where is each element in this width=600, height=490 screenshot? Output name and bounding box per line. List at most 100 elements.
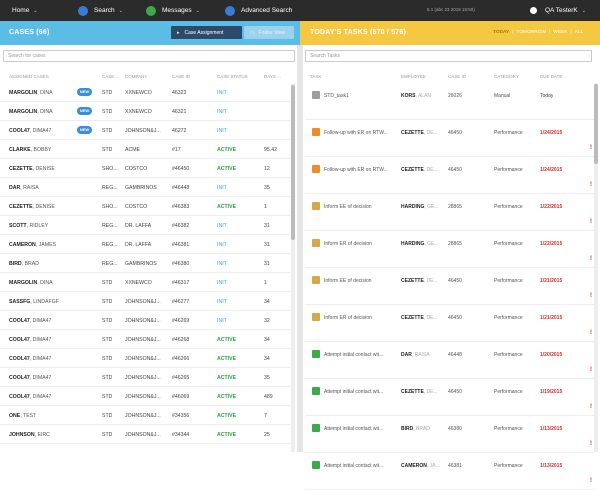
filter-week[interactable]: WEEK [553, 30, 567, 35]
table-row[interactable]: CLARKE, BOBBY STD ACME #17 ACTIVE 95.42 [0, 140, 290, 159]
filter-all[interactable]: ALL [575, 30, 584, 35]
case-name[interactable]: MARGOLIN, DINA [9, 109, 53, 115]
case-name[interactable]: CAMERON, JAMES [9, 242, 56, 248]
task-employee[interactable]: CEZETTE, DE... [401, 167, 445, 173]
filter-today[interactable]: TODAY [493, 30, 509, 35]
table-row[interactable]: DAR, RAISA REG... GAMBRINOS #46448 INIT 35 [0, 178, 290, 197]
task-employee[interactable]: CAMERON, JA... [401, 463, 445, 469]
col-assigned-cases[interactable]: ASSIGNED CASES [9, 74, 49, 79]
nav-messages[interactable]: Messages ⌄ [146, 0, 200, 21]
col-due-date[interactable]: DUE DATE [540, 74, 562, 79]
table-row[interactable]: BIRD, BRAD REG... GAMBRINOS #46380 INIT 31 [0, 254, 290, 273]
table-row[interactable]: COOL47, DIMA47 STD JOHNSON&J... #46266 ACTIV… [0, 349, 290, 368]
task-employee[interactable]: CEZETTE, DE... [401, 130, 445, 136]
case-days: 7 [264, 413, 267, 419]
task-row[interactable]: Attempt initial contact wit... CAMERON, J… [305, 453, 594, 490]
task-row[interactable]: Inform EE of decision CEZETTE, DE... 46450… [305, 268, 594, 305]
task-employee[interactable]: HARDING, GE... [401, 204, 445, 210]
task-employee[interactable]: CEZETTE, DE... [401, 315, 445, 321]
task-employee[interactable]: DAR, RAISA [401, 352, 445, 358]
nav-search[interactable]: Search ⌄ [78, 0, 123, 21]
table-row[interactable]: CEZETTE, DENISE SHO... COSTCO #46450 ACTIVE 1… [0, 159, 290, 178]
table-row[interactable]: COOL47, DIMA47 STD JOHNSON&J... #46269 INIT 3… [0, 311, 290, 330]
case-name[interactable]: COOL47, DIMA47 [9, 356, 51, 362]
case-name[interactable]: MARGOLIN, DINA [9, 90, 53, 96]
col-case-status[interactable]: CASE STATUS [217, 74, 248, 79]
table-row[interactable]: CEZETTE, DENISE SHO... COSTCO #46383 ACTIVE 1 [0, 197, 290, 216]
task-row[interactable]: Attempt initial contact wit... DAR, RAISA… [305, 342, 594, 379]
task-name[interactable]: Inform ER of decision [324, 241, 398, 247]
case-name[interactable]: ONE, TEST [9, 413, 36, 419]
col-company[interactable]: COMPANY [125, 74, 147, 79]
case-name[interactable]: SASSFG, LINDAFGF [9, 299, 59, 305]
user-menu[interactable]: QA TesterK ⌄ [530, 0, 586, 21]
task-row[interactable]: Inform EE of decision HARDING, GE... 28865… [305, 194, 594, 231]
task-name[interactable]: Inform EE of decision [324, 204, 398, 210]
table-row[interactable]: COOL47, DIMA47 STD JOHNSON&J... #46265 ACTIV… [0, 368, 290, 387]
table-row[interactable]: MARGOLIN, DINA NEW STD XXNEWCO 46321 INIT [0, 102, 290, 121]
task-name[interactable]: Inform ER of decision [324, 315, 398, 321]
case-name[interactable]: COOL47, DIMA47 [9, 394, 51, 400]
table-row[interactable]: COOL47, DIMA47 NEW STD JOHNSON&J... 46272 INI… [0, 121, 290, 140]
task-name[interactable]: STD_task1 [324, 93, 398, 99]
task-name[interactable]: Follow-up with ER on RTW... [324, 167, 398, 173]
case-name[interactable]: JOHNSON, EIRC [9, 432, 50, 438]
table-row[interactable]: COOL47, DIMA47 STD JOHNSON&J... #46268 ACTIV… [0, 330, 290, 349]
col-case-id[interactable]: CASE ID [172, 74, 190, 79]
task-name[interactable]: Attempt initial contact wit... [324, 389, 398, 395]
col-case-type[interactable]: CASE ... [102, 74, 119, 79]
task-row[interactable]: Attempt initial contact wit... BIRD, BRAD… [305, 416, 594, 453]
table-row[interactable]: MARGOLIN, DINA NEW STD XXNEWCO 46323 INIT [0, 83, 290, 102]
case-name[interactable]: COOL47, DIMA47 [9, 375, 51, 381]
cases-scrollbar-thumb[interactable] [291, 85, 295, 240]
nav-home[interactable]: Home ⌄ [12, 0, 38, 21]
tasks-scrollbar-thumb[interactable] [594, 84, 598, 164]
task-row[interactable]: Attempt initial contact wit... CEZETTE, D… [305, 379, 594, 416]
col-days[interactable]: DAYS ... [264, 74, 281, 79]
col-task-case-id[interactable]: CASE ID [448, 74, 466, 79]
table-row[interactable]: SASSFG, LINDAFGF STD JOHNSON&J... #46277 INI… [0, 292, 290, 311]
nav-advanced-search[interactable]: Advanced Search [225, 0, 292, 21]
tasks-search-input[interactable]: Search Tasks [305, 50, 592, 62]
task-name[interactable]: Inform EE of decision [324, 278, 398, 284]
task-employee[interactable]: HARDING, GE... [401, 241, 445, 247]
case-name[interactable]: MARGOLIN, DINA [9, 280, 53, 286]
filter-tomorrow[interactable]: TOMORROW [517, 30, 547, 35]
col-category[interactable]: CATEGORY [494, 74, 519, 79]
case-name[interactable]: COOL47, DIMA47 [9, 128, 51, 134]
col-task[interactable]: TASK [310, 74, 321, 79]
task-name[interactable]: Follow-up with ER on RTW... [324, 130, 398, 136]
task-row[interactable]: Follow-up with ER on RTW... CEZETTE, DE..… [305, 157, 594, 194]
task-row[interactable]: Inform ER of decision CEZETTE, DE... 46450… [305, 305, 594, 342]
task-name[interactable]: Attempt initial contact wit... [324, 426, 398, 432]
col-employee[interactable]: EMPLOYEE [401, 74, 426, 79]
table-row[interactable]: ONE, TEST STD JOHNSON&J... #34356 ACTIVE 7 [0, 406, 290, 425]
folder-view-button[interactable]: ▭ Folder View [244, 26, 294, 39]
cases-search-input[interactable]: Search for cases [3, 50, 295, 62]
case-name[interactable]: BIRD, BRAD [9, 261, 39, 267]
case-name[interactable]: DAR, RAISA [9, 185, 39, 191]
task-row[interactable]: Inform ER of decision HARDING, GE... 28865… [305, 231, 594, 268]
table-row[interactable]: MARGOLIN, DINA STD XXNEWCO #46317 INIT 1 [0, 273, 290, 292]
task-row[interactable]: Follow-up with ER on RTW... CEZETTE, DE..… [305, 120, 594, 157]
case-name[interactable]: COOL47, DIMA47 [9, 337, 51, 343]
task-employee[interactable]: CEZETTE, DE... [401, 278, 445, 284]
case-name[interactable]: COOL47, DIMA47 [9, 318, 51, 324]
table-row[interactable]: CAMERON, JAMES REG... DR. LAFFA #46381 INIT 3… [0, 235, 290, 254]
employee-first-name: , DE... [423, 278, 438, 284]
pane-divider[interactable] [297, 45, 303, 452]
task-row[interactable]: STD_task1 KORS, ALAN 26026 Manual Today [305, 83, 594, 120]
case-name[interactable]: CEZETTE, DENISE [9, 166, 55, 172]
task-name[interactable]: Attempt initial contact wit... [324, 463, 398, 469]
table-row[interactable]: COOL47, DIMA47 STD JOHNSON&J... #46069 ACTIV… [0, 387, 290, 406]
case-assignment-button[interactable]: ▸ Case Assignment [171, 26, 242, 39]
case-name[interactable]: CLARKE, BOBBY [9, 147, 51, 153]
table-row[interactable]: SCOTT, RIDLEY REG... DR. LAFFA #46382 INIT 31 [0, 216, 290, 235]
task-name[interactable]: Attempt initial contact wit... [324, 352, 398, 358]
task-employee[interactable]: BIRD, BRAD [401, 426, 445, 432]
case-name[interactable]: CEZETTE, DENISE [9, 204, 55, 210]
task-employee[interactable]: CEZETTE, DE... [401, 389, 445, 395]
case-name[interactable]: SCOTT, RIDLEY [9, 223, 48, 229]
task-employee[interactable]: KORS, ALAN [401, 93, 445, 99]
table-row[interactable]: JOHNSON, EIRC STD JOHNSON&J... #34344 ACTIVE… [0, 425, 290, 444]
